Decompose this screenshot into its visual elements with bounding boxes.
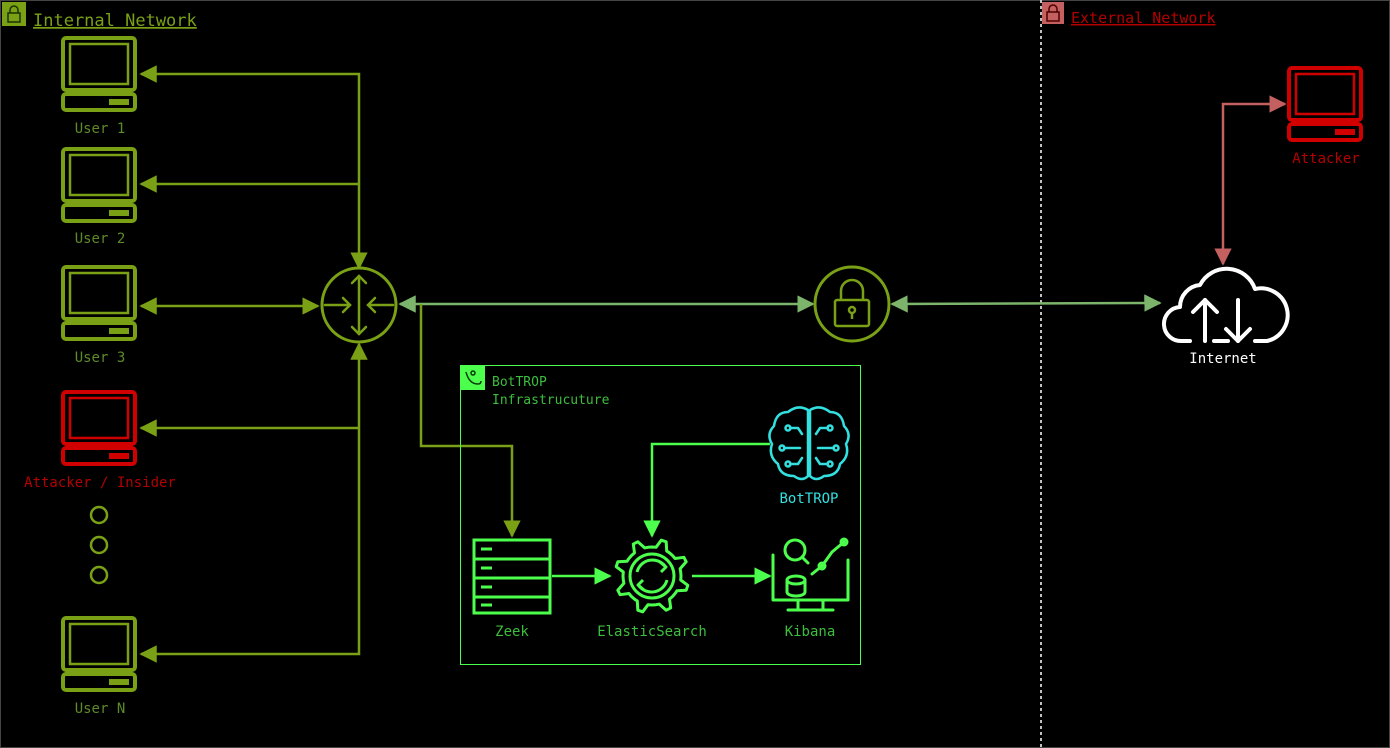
dot [89, 505, 109, 525]
computer-icon [61, 147, 137, 223]
link-user-1 [139, 65, 368, 270]
internal-network-title: Internal Network [33, 11, 197, 31]
insider-attacker-node[interactable]: Attacker / Insider [24, 390, 176, 491]
external-attacker-label: Attacker [1292, 151, 1359, 167]
firewall-circle [813, 265, 891, 343]
bottrop-label: BotTROP [779, 491, 838, 507]
zeek-label: Zeek [495, 624, 529, 640]
gear-icon [614, 538, 690, 614]
cloud-icon [1162, 266, 1290, 344]
computer-icon [61, 390, 137, 466]
user-2-node[interactable]: User 2 [61, 147, 137, 247]
kibana-label: Kibana [785, 624, 836, 640]
external-network-title: External Network [1071, 9, 1216, 27]
infra-title-line1: BotTROP [492, 375, 547, 390]
internet-label: Internet [1189, 351, 1256, 367]
zeek-node[interactable]: Zeek [472, 538, 552, 640]
ellipsis-dots [89, 505, 109, 585]
internal-network-header: Internal Network [2, 2, 197, 31]
dot [89, 535, 109, 555]
infra-badge [461, 366, 485, 390]
kibana-node[interactable]: Kibana [771, 537, 850, 640]
computer-icon [1287, 66, 1363, 142]
bottrop-infrastructure-group: BotTROP Infrastrucuture [460, 365, 861, 665]
user-n-node[interactable]: User N [61, 616, 137, 717]
firewall-node[interactable] [813, 265, 891, 343]
user-links [139, 65, 368, 663]
computer-icon [61, 36, 137, 112]
server-icon [472, 538, 552, 615]
external-attacker-node[interactable]: Attacker [1287, 66, 1363, 167]
infra-title-line2: Infrastrucuture [492, 393, 610, 408]
user-label: User 3 [75, 350, 126, 366]
link-user-n [139, 342, 368, 663]
insider-label: Attacker / Insider [24, 475, 176, 491]
external-network-header: External Network [1042, 2, 1216, 27]
router-node[interactable] [320, 266, 398, 344]
brain-icon [768, 406, 850, 481]
elasticsearch-node[interactable]: ElasticSearch [597, 538, 707, 640]
dot [89, 565, 109, 585]
link-router-zeek [419, 304, 521, 538]
user-label: User 1 [75, 121, 126, 137]
infra-box [460, 365, 861, 665]
user-label: User N [75, 701, 126, 717]
link-internet-attacker [1214, 95, 1287, 266]
link-bottrop-elastic [643, 442, 770, 538]
user-label: User 2 [75, 231, 126, 247]
computer-icon [61, 616, 137, 692]
bottrop-node[interactable]: BotTROP [768, 406, 850, 507]
internet-node[interactable]: Internet [1162, 266, 1290, 367]
analytics-icon [771, 537, 850, 612]
computer-icon [61, 265, 137, 341]
user-1-node[interactable]: User 1 [61, 36, 137, 137]
link-firewall-internet [890, 294, 1162, 313]
elasticsearch-label: ElasticSearch [597, 624, 707, 640]
network-diagram: Internal Network External Network User 1… [0, 0, 1390, 748]
user-3-node[interactable]: User 3 [61, 265, 137, 366]
